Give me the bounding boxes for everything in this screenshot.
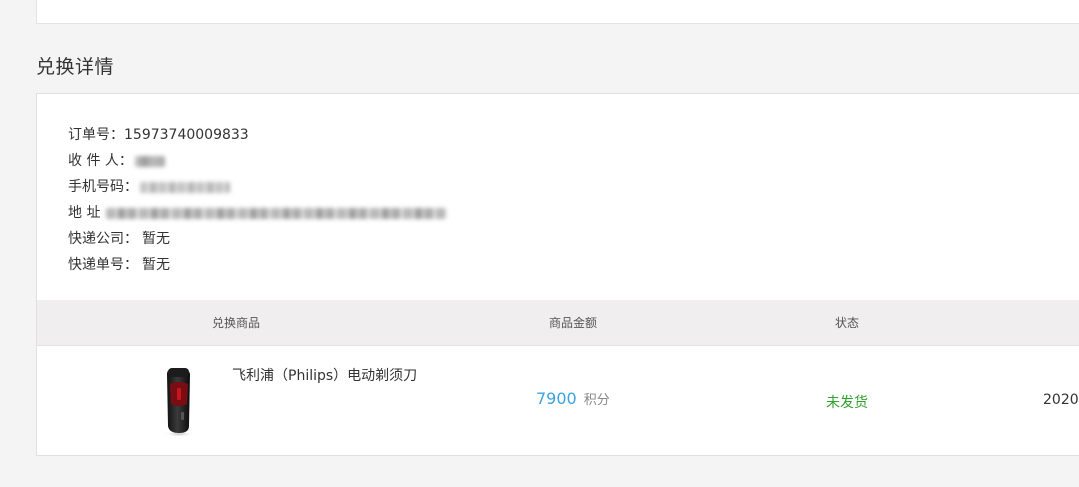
product-image[interactable] (159, 366, 199, 438)
tracking-value: 暂无 (142, 257, 170, 273)
phone-label: 手机号码： (68, 179, 138, 195)
courier-label: 快递公司： (68, 231, 138, 247)
product-name-link[interactable]: 飞利浦（Philips）电动剃须刀 (232, 365, 417, 385)
recipient-row: 收 件 人： (68, 148, 446, 174)
previous-section-card (36, 0, 1079, 24)
tracking-row: 快递单号： 暂无 (68, 252, 446, 278)
recipient-value-redacted (134, 155, 165, 167)
price-unit: 积分 (583, 393, 610, 408)
exchange-detail-card: 订单号： 15973740009833 收 件 人： 手机号码： 地 址 快递公… (36, 93, 1079, 456)
courier-row: 快递公司： 暂无 (68, 226, 446, 252)
phone-row: 手机号码： (68, 174, 446, 200)
order-number-value: 15973740009833 (124, 127, 249, 143)
tracking-label: 快递单号： (68, 257, 138, 273)
order-date: 2020- (1043, 392, 1079, 408)
address-value-redacted (106, 207, 447, 219)
product-price: 7900 积分 (536, 389, 610, 408)
address-label: 地 址 (68, 205, 101, 221)
order-info-list: 订单号： 15973740009833 收 件 人： 手机号码： 地 址 快递公… (68, 122, 447, 278)
header-product: 兑换商品 (211, 316, 261, 330)
table-row: 飞利浦（Philips）电动剃须刀 7900 积分 未发货 2020- (37, 346, 1079, 456)
order-number-row: 订单号： 15973740009833 (68, 122, 446, 148)
order-number-label: 订单号： (68, 127, 124, 143)
courier-value: 暂无 (142, 231, 170, 247)
section-title: 兑换详情 (36, 56, 115, 78)
table-header: 兑换商品 商品金额 状态 (37, 300, 1079, 346)
price-amount: 7900 (536, 389, 577, 408)
header-status: 状态 (834, 316, 860, 330)
address-row: 地 址 (68, 200, 447, 226)
header-amount: 商品金额 (548, 316, 598, 330)
status-badge: 未发货 (826, 395, 868, 411)
phone-value-redacted (140, 181, 230, 193)
recipient-label: 收 件 人： (68, 153, 133, 169)
